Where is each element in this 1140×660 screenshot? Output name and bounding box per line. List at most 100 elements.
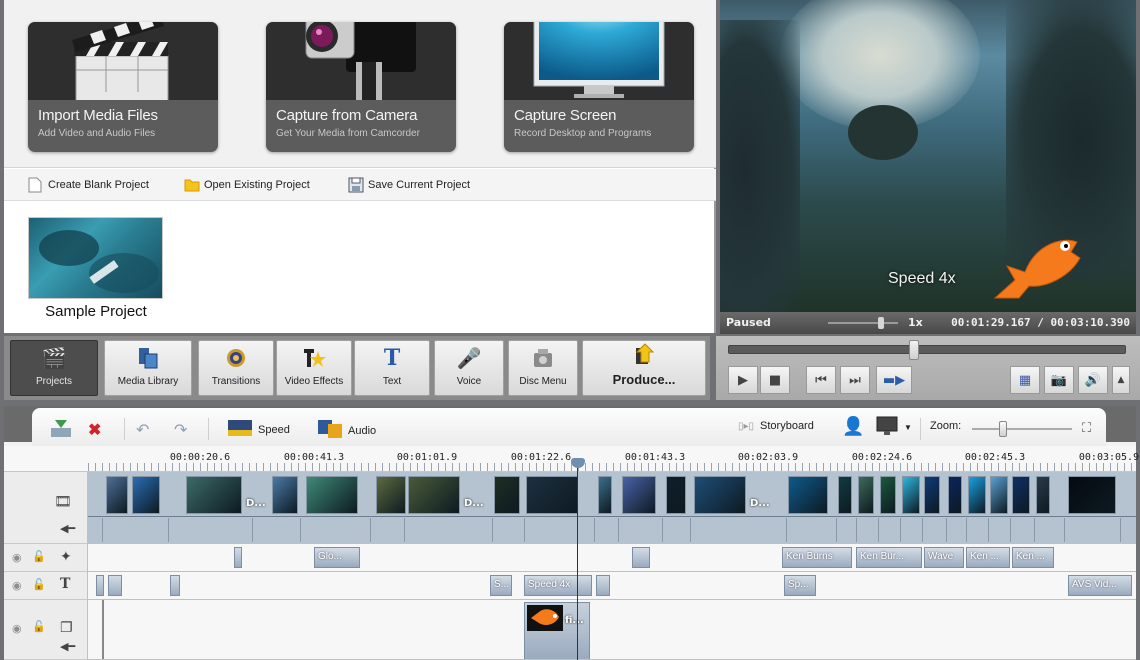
add-to-timeline-button[interactable] bbox=[50, 420, 72, 441]
video-track[interactable]: D... D... D... bbox=[88, 472, 1136, 544]
video-clip-thumbnail[interactable] bbox=[1012, 476, 1030, 514]
fullscreen-preview-button[interactable]: ▬▶ bbox=[876, 366, 912, 394]
video-clip-thumbnail[interactable] bbox=[838, 476, 852, 514]
effect-clip[interactable]: Ken ... bbox=[966, 547, 1010, 568]
video-clip-thumbnail[interactable] bbox=[902, 476, 920, 514]
text-button[interactable]: T Text bbox=[354, 340, 430, 396]
media-library-button[interactable]: Media Library bbox=[104, 340, 192, 396]
video-clip-thumbnail[interactable] bbox=[880, 476, 896, 514]
effect-transition-marker[interactable] bbox=[234, 547, 242, 568]
speed-slider-track[interactable] bbox=[828, 322, 898, 324]
video-clip-thumbnail[interactable] bbox=[132, 476, 160, 514]
video-clip-thumbnail[interactable] bbox=[526, 476, 578, 514]
capture-screen-card[interactable]: Capture Screen Record Desktop and Progra… bbox=[504, 22, 694, 152]
create-blank-project-button[interactable]: Create Blank Project bbox=[28, 177, 149, 193]
text-clip[interactable]: AVS Vid... bbox=[1068, 575, 1132, 596]
voice-button[interactable]: 🎤 Voice bbox=[434, 340, 504, 396]
video-clip-label: D... bbox=[246, 498, 266, 509]
eye-icon[interactable]: ◉ bbox=[12, 579, 22, 592]
video-clip-thumbnail[interactable] bbox=[858, 476, 874, 514]
text-transition-marker[interactable] bbox=[108, 575, 122, 596]
sample-project-label[interactable]: Sample Project bbox=[26, 303, 166, 320]
disc-menu-label: Disc Menu bbox=[519, 376, 567, 387]
text-clip[interactable]: S... bbox=[490, 575, 512, 596]
preview-settings-button[interactable]: ▦ bbox=[1010, 366, 1040, 394]
text-clip[interactable]: Speed 4x bbox=[524, 575, 592, 596]
video-clip-thumbnail[interactable] bbox=[788, 476, 828, 514]
video-clip-thumbnail[interactable] bbox=[1036, 476, 1050, 514]
effect-clip[interactable]: Wave bbox=[924, 547, 964, 568]
video-clip-thumbnail[interactable] bbox=[598, 476, 612, 514]
text-transition-marker[interactable] bbox=[96, 575, 104, 596]
zoom-slider-track[interactable] bbox=[972, 428, 1072, 430]
redo-button[interactable]: ↷ bbox=[174, 420, 187, 440]
projects-tab-button[interactable]: 🎬 Projects bbox=[10, 340, 98, 396]
eye-icon[interactable]: ◉ bbox=[12, 622, 22, 635]
next-frame-button[interactable]: ⏭ bbox=[840, 366, 870, 394]
video-clip-thumbnail[interactable] bbox=[272, 476, 298, 514]
lock-icon[interactable]: 🔓 bbox=[32, 620, 46, 633]
speed-slider-thumb[interactable] bbox=[878, 317, 884, 329]
video-clip-thumbnail[interactable] bbox=[948, 476, 962, 514]
lock-icon[interactable]: 🔓 bbox=[32, 578, 46, 591]
effect-clip[interactable]: Ken Burns bbox=[782, 547, 852, 568]
fullscreen-preview-icon: ▬▶ bbox=[882, 372, 906, 388]
open-existing-project-button[interactable]: Open Existing Project bbox=[184, 177, 310, 193]
zoom-slider-thumb[interactable] bbox=[999, 421, 1007, 437]
text-transition-marker[interactable] bbox=[596, 575, 610, 596]
delete-button[interactable]: ✖ bbox=[88, 420, 101, 440]
video-clip-thumbnail[interactable] bbox=[924, 476, 940, 514]
text-clip[interactable]: Sp... bbox=[784, 575, 816, 596]
storyboard-toggle[interactable]: ▯▸▯ Storyboard bbox=[738, 420, 814, 432]
seek-thumb[interactable] bbox=[909, 340, 920, 360]
volume-button[interactable]: 🔊 bbox=[1078, 366, 1108, 394]
eye-icon[interactable]: ◉ bbox=[12, 551, 22, 564]
overlay-clip[interactable]: fi... bbox=[524, 602, 590, 659]
save-current-project-button[interactable]: Save Current Project bbox=[348, 177, 470, 193]
speed-button[interactable]: Speed bbox=[228, 420, 290, 439]
effect-clip[interactable]: Glo... bbox=[314, 547, 360, 568]
video-clip-thumbnail[interactable] bbox=[494, 476, 520, 514]
video-clip-thumbnail[interactable] bbox=[408, 476, 460, 514]
aspect-ratio-dropdown[interactable]: ▼ bbox=[876, 416, 912, 439]
stop-button[interactable]: ■ bbox=[760, 366, 790, 394]
overlay-track[interactable]: fi... bbox=[88, 600, 1136, 660]
video-clip-thumbnail[interactable] bbox=[968, 476, 986, 514]
seek-bar[interactable] bbox=[728, 345, 1126, 354]
video-clip-thumbnail[interactable] bbox=[186, 476, 242, 514]
video-clip-thumbnail[interactable] bbox=[106, 476, 128, 514]
disc-menu-button[interactable]: Disc Menu bbox=[508, 340, 578, 396]
previous-frame-button[interactable]: ⏮ bbox=[806, 366, 836, 394]
snapshot-button[interactable]: 📷 bbox=[1044, 366, 1074, 394]
transitions-button[interactable]: Transitions bbox=[198, 340, 274, 396]
transitions-label: Transitions bbox=[211, 376, 261, 387]
effects-track[interactable]: Glo... Ken Burns Ken Bur... Wave Ken ... Ken … bbox=[88, 544, 1136, 572]
import-media-card[interactable]: Import Media Files Add Video and Audio F… bbox=[28, 22, 218, 152]
play-button[interactable]: ▶ bbox=[728, 366, 758, 394]
speed-icon bbox=[228, 420, 252, 439]
capture-camera-card[interactable]: Capture from Camera Get Your Media from … bbox=[266, 22, 456, 152]
text-track[interactable]: S... Speed 4x Sp... AVS Vid... bbox=[88, 572, 1136, 600]
sample-project-thumbnail[interactable] bbox=[28, 217, 163, 299]
text-transition-marker[interactable] bbox=[170, 575, 180, 596]
video-clip-thumbnail[interactable] bbox=[694, 476, 746, 514]
voice-record-button[interactable]: 👤 bbox=[842, 416, 864, 437]
video-clip-thumbnail[interactable] bbox=[622, 476, 656, 514]
audio-button[interactable]: Audio bbox=[318, 420, 376, 441]
video-clip-thumbnail[interactable] bbox=[990, 476, 1008, 514]
lock-icon[interactable]: 🔓 bbox=[32, 550, 46, 563]
video-clip-thumbnail[interactable] bbox=[306, 476, 358, 514]
produce-button[interactable]: Produce... bbox=[582, 340, 706, 396]
video-clip-thumbnail[interactable] bbox=[376, 476, 406, 514]
video-effects-button[interactable]: Video Effects bbox=[276, 340, 352, 396]
fit-to-window-button[interactable]: ⛶ bbox=[1082, 420, 1091, 436]
effect-clip[interactable]: Ken Bur... bbox=[856, 547, 922, 568]
effect-clip[interactable]: Ken ... bbox=[1012, 547, 1054, 568]
undo-button[interactable]: ↶ bbox=[136, 420, 149, 440]
playhead-line bbox=[577, 468, 578, 660]
video-clip-thumbnail[interactable] bbox=[666, 476, 686, 514]
effect-transition-marker[interactable] bbox=[632, 547, 650, 568]
expand-button[interactable]: ▲ bbox=[1112, 366, 1130, 394]
video-clip-thumbnail[interactable] bbox=[1068, 476, 1116, 514]
time-ruler[interactable]: 00:00:20.6 00:00:41.3 00:01:01.9 00:01:22.6… bbox=[4, 446, 1139, 472]
